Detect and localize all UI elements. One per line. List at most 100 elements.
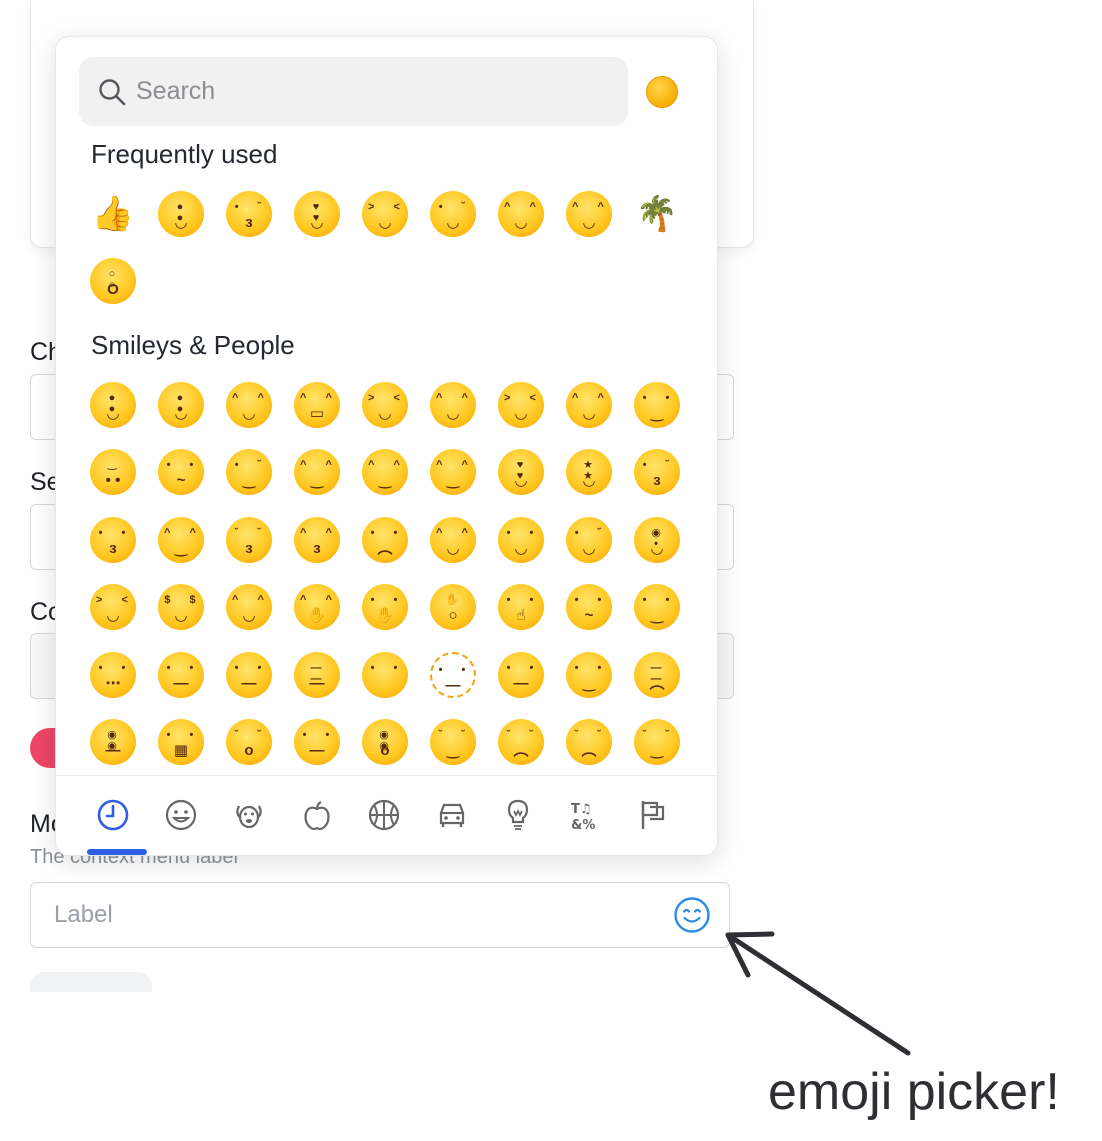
emoji-smile[interactable]: ^ ^ ◡ [215,371,283,439]
emoji-grimacing[interactable]: • • ▦ [147,709,215,777]
emoji-lying[interactable]: • • — [283,709,351,777]
tab-smileys[interactable] [157,791,205,839]
emoji-upside-down[interactable]: ‿ • • [79,439,147,507]
emoji-smiley[interactable]: ● ● ◡ [147,371,215,439]
emoji-open-eyes-hand-over-mouth[interactable]: • • ✋ [351,574,419,642]
emoji-winking-tongue[interactable]: • ˘ ◡ [419,180,487,248]
hugging-icon: ^ ^ ◡ [226,584,272,631]
active-tab-indicator [87,849,147,855]
emoji-scream[interactable]: ○ ○ O [79,248,147,316]
emoji-winking-tongue[interactable]: • ˘ ◡ [555,506,623,574]
skin-tone-selector[interactable] [646,76,678,108]
emoji-relaxed[interactable]: ^ ^ ‿ [147,506,215,574]
joy-icon: ^ ^ ◡ [566,190,612,237]
emoji-slightly-smiling[interactable]: • • ‿ [623,371,691,439]
emoji-shushing[interactable]: • • ☝ [487,574,555,642]
emoji-neutral[interactable]: • • — [215,641,283,709]
emoji-smirk[interactable]: • • ‿ [555,641,623,709]
emoji-heart-eyes[interactable]: ♥ ♥ ◡ [283,180,351,248]
emoji-hugging[interactable]: ^ ^ ◡ [215,574,283,642]
emoji-star-struck[interactable]: ★ ★ ◡ [555,439,623,507]
emoji-tongue[interactable]: • • ◡ [487,506,555,574]
emoji-drooling[interactable]: ˘ ˘ ‿ [623,709,691,777]
yum-icon: ^ ^ ◡ [430,516,476,563]
emoji-grinning[interactable]: ● ● ◡ [147,180,215,248]
emoji-money-mouth[interactable]: $ $ ◡ [147,574,215,642]
emoji-exhaling[interactable]: ˘ ˘ o [215,709,283,777]
emoji-thinking[interactable]: • • ~ [555,574,623,642]
emoji-joy[interactable]: ^ ^ ◡ [555,371,623,439]
emoji-eye-roll[interactable]: ◉ ◉ — [79,709,147,777]
emoji-hand-over-mouth[interactable]: ^ ^ ✋ [283,574,351,642]
emoji-joy[interactable]: ^ ^ ◡ [555,180,623,248]
tab-recent[interactable] [89,791,137,839]
tab-animals[interactable] [225,791,273,839]
emoji-kissing-smiling-eyes[interactable]: ^ ^ ɜ [283,506,351,574]
emoji-blush[interactable]: ^ ^ ‿ [283,439,351,507]
emoji-palm-tree[interactable]: 🌴 [623,180,691,248]
tab-symbols[interactable]: T♫ &% [562,791,610,839]
relieved-icon: ˘ ˘ ‿ [430,719,476,766]
tab-objects[interactable] [494,791,542,839]
tab-food[interactable] [293,791,341,839]
smileys-grid: ● ● ◡ ● ● ◡ ^ ^ ◡ ^ ^ ▭ > < ◡ ^ ^ ◡ > < ◡ ^ ^ ◡ • • ‿ ‿ • •… [79,371,699,776]
emoji-no-mouth[interactable]: • • [351,641,419,709]
emoji-peeking-eye[interactable]: ✋ ○ [419,574,487,642]
emoji-yum[interactable]: ^ ^ ◡ [419,506,487,574]
emoji-picker-button[interactable] [673,896,711,934]
grin-icon: ^ ^ ▭ [294,381,340,428]
emoji-zipper-mouth[interactable]: • • ⋯ [79,641,147,709]
emoji-zany[interactable]: ◉ • ◡ [623,506,691,574]
emoji-laughing[interactable]: > < ◡ [351,180,419,248]
blush-icon: ^ ^ ‿ [294,449,340,496]
emoji-sweat-smile[interactable]: ^ ^ ◡ [487,180,555,248]
emoji-holding-back-tears[interactable]: • • ︵ [351,506,419,574]
emoji-search[interactable] [79,57,628,126]
heart-eyes-icon: ♥ ♥ ◡ [498,449,544,496]
emoji-heart-eyes[interactable]: ♥ ♥ ◡ [487,439,555,507]
smile-icon [674,897,710,933]
sweat-smile-icon: ^ ^ ◡ [498,190,544,237]
smiley-icon: ● ● ◡ [158,381,204,428]
emoji-sleepy[interactable]: ˘ ˘ ︵ [555,709,623,777]
emoji-squinting-tongue[interactable]: > < ◡ [79,574,147,642]
kissing-closed-eyes-icon: ˘ ˘ ɜ [226,516,272,563]
emoji-thumbs-up[interactable]: 👍 [79,180,147,248]
emoji-smiling-hearts[interactable]: ^ ^ ‿ [419,439,487,507]
submit-button[interactable] [30,972,152,992]
emoji-saluting[interactable]: • • ‿ [623,574,691,642]
emoji-wink[interactable]: • ˘ ‿ [215,439,283,507]
emoji-innocent[interactable]: ^ ^ ‿ [351,439,419,507]
emoji-expressionless[interactable]: — — — [283,641,351,709]
emoji-melting[interactable]: • • ~ [147,439,215,507]
tab-travel[interactable] [428,791,476,839]
emoji-grin[interactable]: ^ ^ ▭ [283,371,351,439]
label-input[interactable]: Label [30,882,730,948]
emoji-laughing[interactable]: > < ◡ [351,371,419,439]
slightly-smiling-icon: • • ‿ [634,381,680,428]
emoji-kissing-heart[interactable]: • ˘ ɜ [215,180,283,248]
emoji-pensive[interactable]: ˘ ˘ ︵ [487,709,555,777]
winking-tongue-icon: • ˘ ◡ [566,516,612,563]
search-icon [99,79,126,106]
emoji-face-in-clouds[interactable]: • • — [487,641,555,709]
emoji-sweat-smile[interactable]: ^ ^ ◡ [419,371,487,439]
emoji-rofl[interactable]: > < ◡ [487,371,555,439]
emoji-raised-eyebrow[interactable]: • • — [147,641,215,709]
laughing-icon: > < ◡ [362,381,408,428]
tab-flags[interactable] [630,791,678,839]
emoji-kissing[interactable]: • • ɜ [79,506,147,574]
emoji-grinning[interactable]: ● ● ◡ [79,371,147,439]
tab-activity[interactable] [360,791,408,839]
emoji-dotted-line-face[interactable]: • • — [419,641,487,709]
dotted-line-face-icon: • • — [430,651,476,698]
grinning-icon: ● ● ◡ [90,381,136,428]
label-placeholder: Label [54,901,113,928]
emoji-shaking[interactable]: ◉ ◉ o [351,709,419,777]
emoji-kissing-heart[interactable]: • ˘ ɜ [623,439,691,507]
emoji-search-input[interactable] [136,57,606,126]
emoji-relieved[interactable]: ˘ ˘ ‿ [419,709,487,777]
activity-icon [368,799,400,831]
emoji-kissing-closed-eyes[interactable]: ˘ ˘ ɜ [215,506,283,574]
emoji-unamused[interactable]: — — ︵ [623,641,691,709]
